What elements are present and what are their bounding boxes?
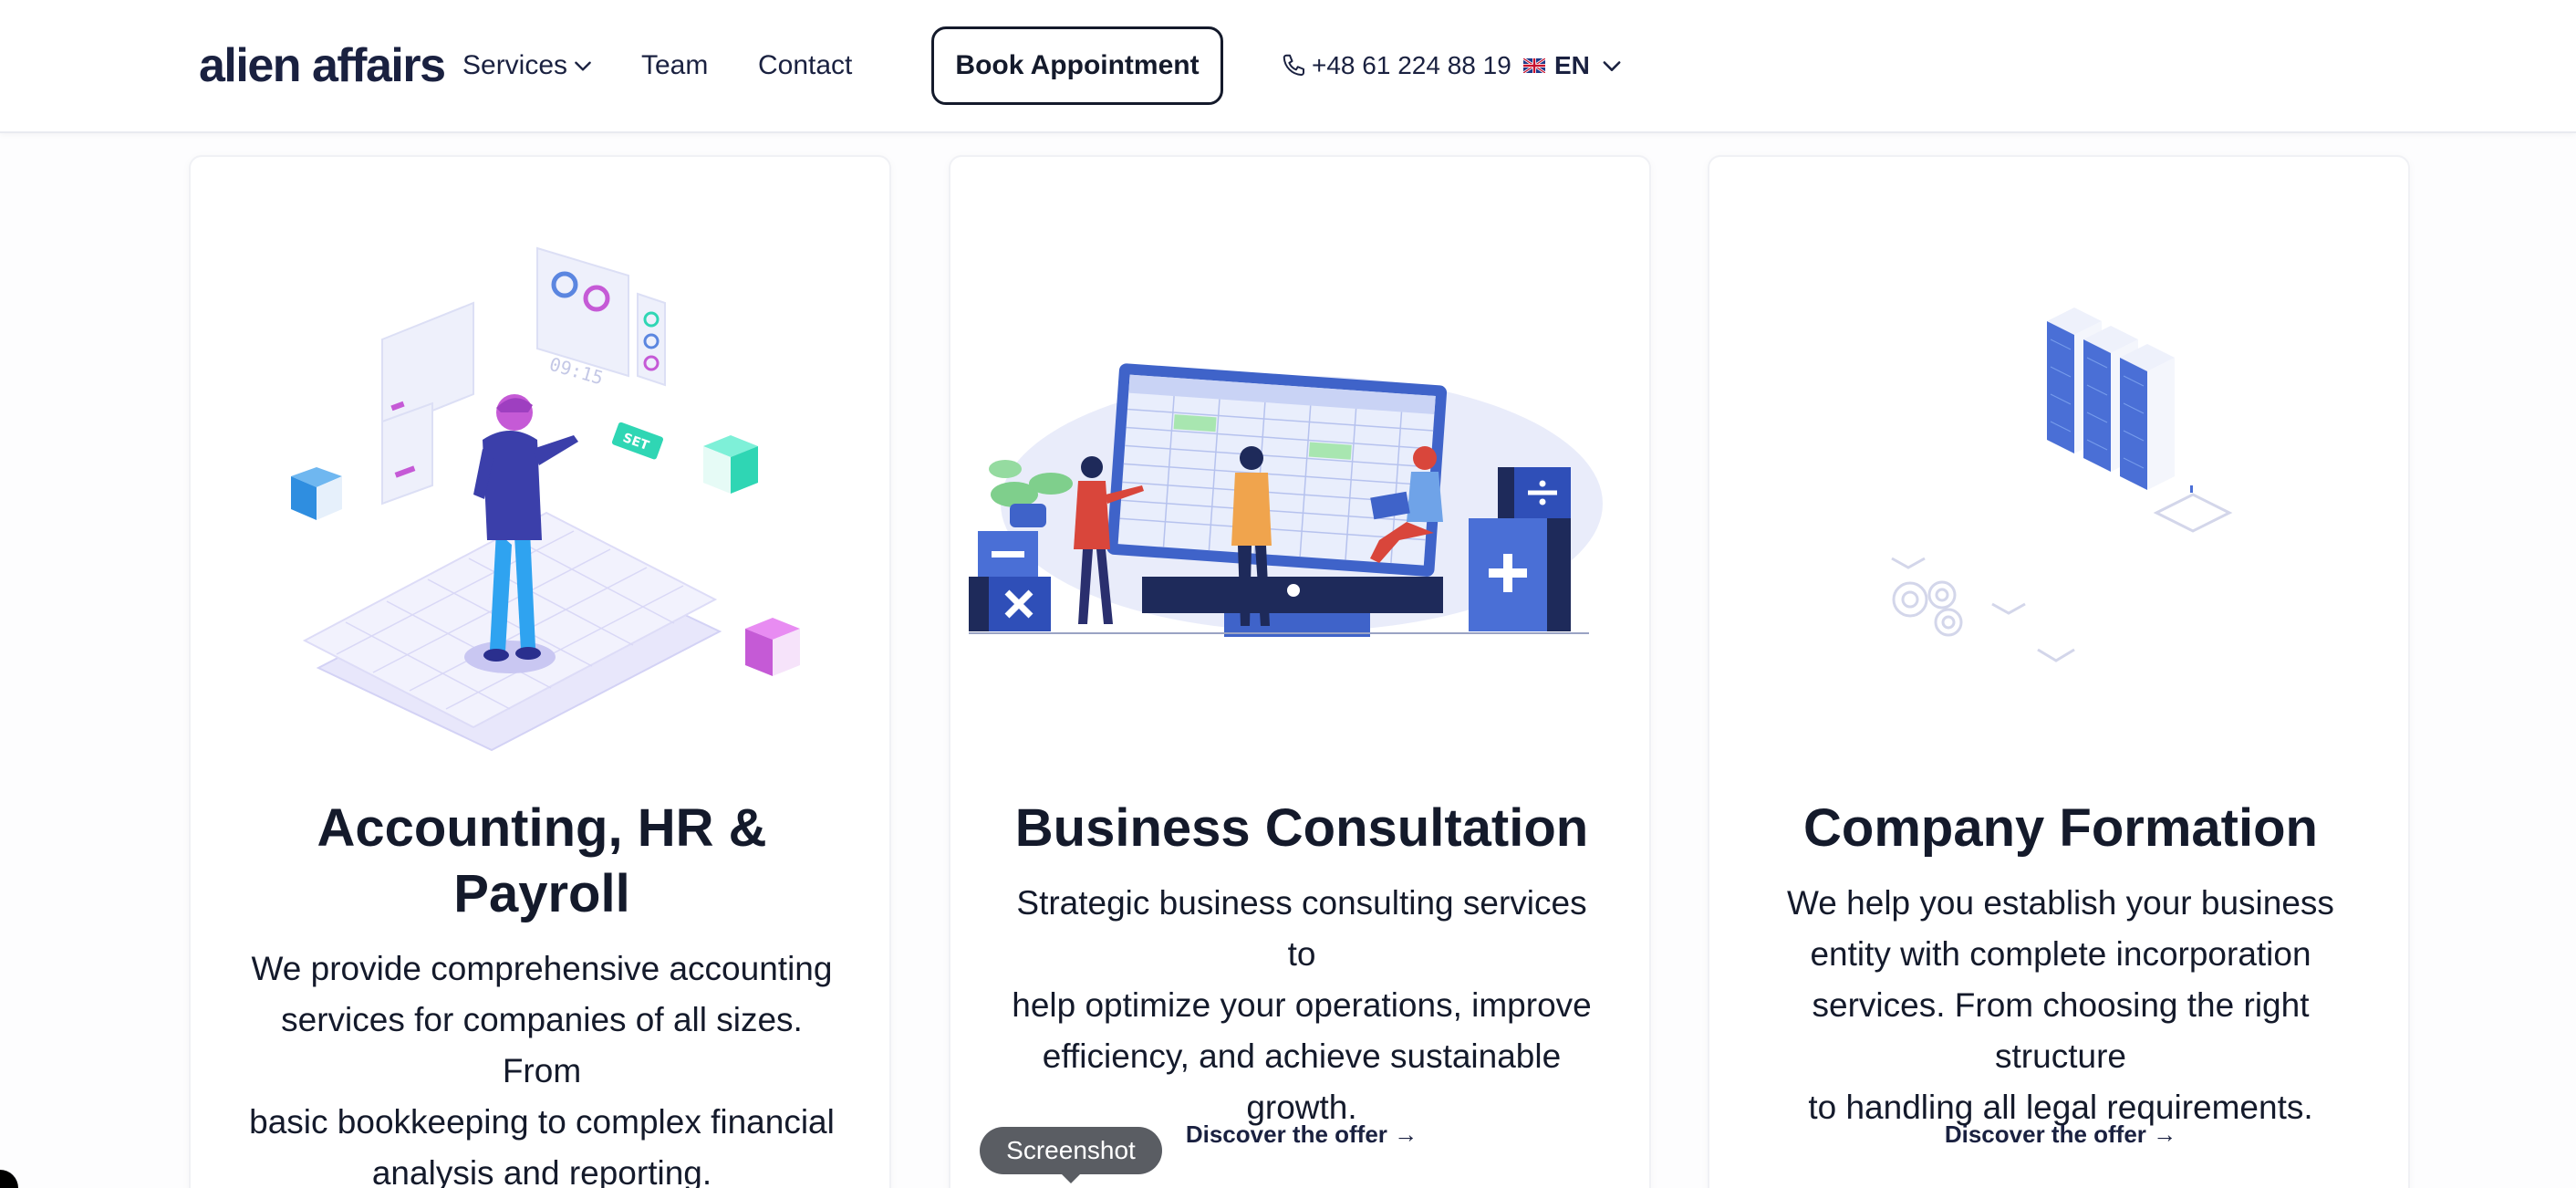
screenshot-tooltip: Screenshot	[980, 1127, 1162, 1183]
nav-services-label: Services	[462, 50, 568, 80]
nav-contact[interactable]: Contact	[758, 47, 852, 84]
chevron-down-icon	[575, 61, 591, 71]
uk-flag-icon	[1523, 58, 1545, 73]
nav-team[interactable]: Team	[641, 47, 708, 84]
card-title: Business Consultation	[1014, 798, 1589, 858]
card-description-line: services. From choosing the right struct…	[1812, 986, 2310, 1075]
card-title-line: Payroll	[453, 864, 630, 923]
card-description-line: We help you establish your business	[1787, 884, 2334, 922]
phone-number: +48 61 224 88 19	[1312, 51, 1511, 79]
service-card-formation: Company Formation We help you establish …	[1708, 155, 2410, 1188]
discover-offer-link[interactable]: Discover the offer →	[1709, 1120, 2412, 1149]
card-description-line: Strategic business consulting services t…	[1016, 884, 1587, 973]
card-description-line: entity with complete incorporation	[1810, 935, 2311, 973]
language-selector[interactable]: EN	[1523, 47, 1625, 84]
site-header: alien affairs Services Team Contact Book…	[0, 0, 2576, 133]
card-description-line: basic bookkeeping to complex financial	[249, 1103, 835, 1141]
consultation-illustration	[969, 363, 1603, 637]
window-corner	[0, 1170, 18, 1188]
card-description-line: services for companies of all sizes. Fro…	[281, 1001, 803, 1089]
card-description-line: help optimize your operations, improve	[1012, 986, 1592, 1024]
formation-illustration	[1891, 307, 2233, 662]
card-description-line: efficiency, and achieve sustainable	[1042, 1037, 1562, 1075]
card-description: Strategic business consulting services t…	[1005, 878, 1598, 1133]
service-card-consultation: Business Consultation Strategic business…	[949, 155, 1651, 1188]
logo[interactable]: alien affairs	[199, 36, 446, 95]
book-appointment-button[interactable]: Book Appointment	[931, 26, 1223, 105]
card-description: We provide comprehensive accounting serv…	[245, 943, 838, 1188]
chevron-down-icon	[1603, 61, 1621, 71]
nav-services[interactable]: Services	[462, 47, 595, 84]
card-title: Accounting, HR & Payroll	[227, 796, 857, 927]
card-description-line: analysis and reporting.	[371, 1154, 712, 1188]
phone-link[interactable]: +48 61 224 88 19	[1281, 47, 1511, 84]
language-label: EN	[1554, 51, 1590, 79]
card-description: We help you establish your business enti…	[1764, 878, 2357, 1133]
card-title-line: Accounting, HR &	[317, 798, 767, 858]
card-title: Company Formation	[1803, 798, 2318, 858]
phone-icon	[1283, 54, 1304, 76]
service-card-accounting: 09:15 SET Accounting, HR & Payroll We pr…	[189, 155, 891, 1188]
card-description-line: We provide comprehensive accounting	[251, 950, 833, 987]
accounting-illustration: 09:15 SET	[291, 246, 800, 752]
